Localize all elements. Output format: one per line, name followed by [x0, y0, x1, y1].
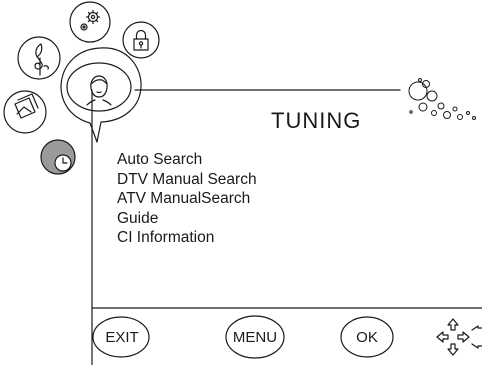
menu-item-ci-information[interactable]: CI Information: [117, 228, 257, 248]
user-face-icon[interactable]: [60, 47, 142, 143]
menu-item-atv-manual-search[interactable]: ATV ManualSearch: [117, 189, 257, 209]
exit-button[interactable]: EXIT: [93, 315, 151, 359]
tuning-menu-list: Auto Search DTV Manual Search ATV Manual…: [117, 150, 257, 248]
menu-button[interactable]: MENU: [226, 315, 284, 359]
menu-item-guide[interactable]: Guide: [117, 209, 257, 229]
direction-arrows-icon[interactable]: [436, 318, 482, 356]
decorative-bubbles: [408, 78, 476, 120]
clock-icon[interactable]: [40, 139, 76, 175]
ok-button[interactable]: OK: [340, 315, 394, 359]
lock-icon[interactable]: [122, 21, 160, 59]
picture-icon[interactable]: [3, 90, 47, 134]
music-icon[interactable]: [17, 36, 61, 80]
page-title: TUNING: [271, 108, 362, 133]
menu-item-dtv-manual-search[interactable]: DTV Manual Search: [117, 170, 257, 190]
settings-icon[interactable]: [69, 1, 111, 43]
menu-item-auto-search[interactable]: Auto Search: [117, 150, 257, 170]
